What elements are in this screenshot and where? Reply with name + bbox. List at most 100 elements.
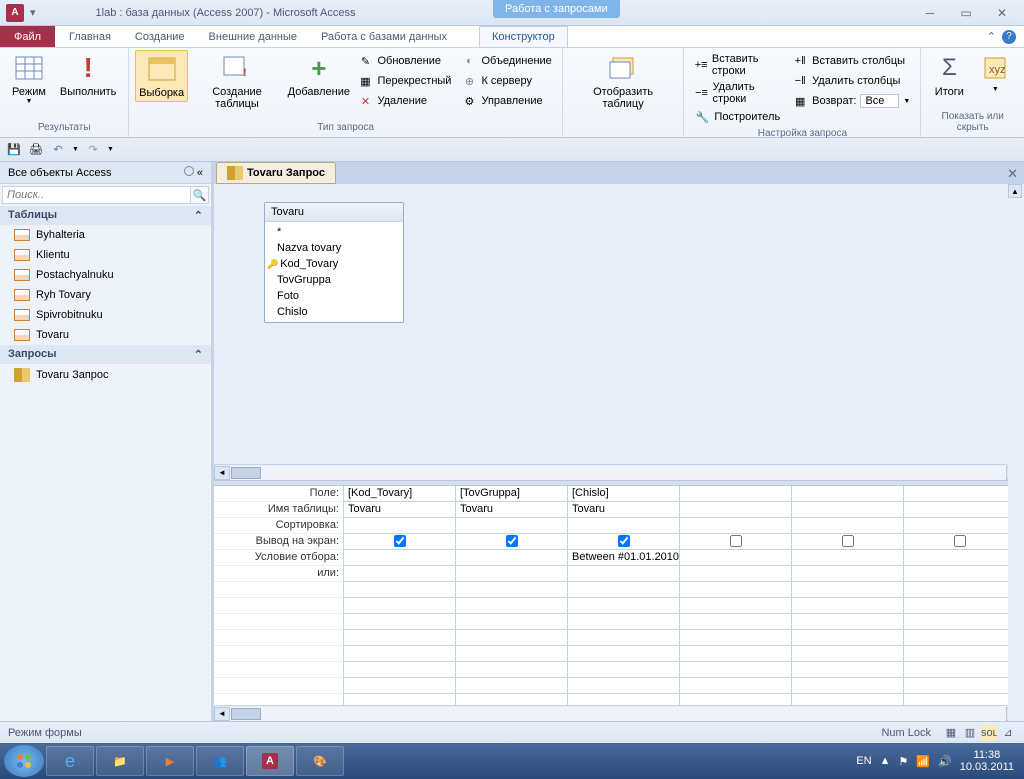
nav-table-item[interactable]: Byhalteria: [0, 225, 211, 245]
taskbar-access[interactable]: A: [246, 746, 294, 776]
update-button[interactable]: ✎Обновление: [353, 52, 455, 70]
ribbon-minimize-icon[interactable]: ⌃: [987, 30, 996, 43]
delete-cols-button[interactable]: −‖Удалить столбцы: [788, 72, 914, 90]
tray-up-icon[interactable]: ▲: [880, 755, 891, 767]
params-button[interactable]: xyz▼: [973, 50, 1017, 95]
vscroll[interactable]: ▲: [1008, 184, 1024, 721]
taskbar-paint[interactable]: 🎨: [296, 746, 344, 776]
view-other-icon[interactable]: ⊿: [1000, 725, 1016, 741]
save-icon[interactable]: 💾: [6, 142, 22, 158]
insert-cols-button[interactable]: +‖Вставить столбцы: [788, 52, 914, 70]
tab-external[interactable]: Внешние данные: [197, 26, 309, 47]
nav-header[interactable]: Все объекты Access «: [0, 162, 211, 184]
taskbar-explorer[interactable]: 📁: [96, 746, 144, 776]
upper-hscroll[interactable]: ◄►: [214, 464, 1022, 480]
nav-table-item[interactable]: Tovaru: [0, 325, 211, 345]
redo-icon[interactable]: ↷: [85, 142, 101, 158]
tray-lang[interactable]: EN: [856, 755, 871, 767]
field-item[interactable]: Chislo: [265, 304, 403, 320]
view-datasheet-icon[interactable]: ▦: [943, 725, 959, 741]
tab-dbtools[interactable]: Работа с базами данных: [309, 26, 459, 47]
minimize-button[interactable]: ─: [918, 5, 942, 21]
nav-collapse-icon[interactable]: «: [197, 167, 203, 179]
grid-column[interactable]: [680, 486, 792, 705]
window-title: 1lab : база данных (Access 2007) - Micro…: [36, 7, 918, 19]
view-sql-icon[interactable]: ▥: [962, 725, 978, 741]
nav-table-item[interactable]: Spivrobitnuku: [0, 305, 211, 325]
status-numlock: Num Lock: [881, 727, 931, 739]
nav-group-tables[interactable]: Таблицы⌃: [0, 206, 211, 225]
run-button[interactable]: !Выполнить: [54, 50, 122, 100]
undo-icon[interactable]: ↶: [50, 142, 66, 158]
table-icon: [14, 329, 30, 341]
maketable-button[interactable]: !Создание таблицы: [190, 50, 284, 112]
table-box-tovaru[interactable]: Tovaru *Nazva tovaryKod_TovaryTovGruppaF…: [264, 202, 404, 323]
grid-column[interactable]: [Chislo]TovaruBetween #01.01.2010: [568, 486, 680, 705]
statusbar: Режим формы Num Lock ▦ ▥ sᴏʟ ⊿: [0, 721, 1024, 743]
field-item[interactable]: Nazva tovary: [265, 240, 403, 256]
taskbar-ie[interactable]: e: [46, 746, 94, 776]
show-checkbox[interactable]: [730, 535, 742, 547]
crosstab-button[interactable]: ▦Перекрестный: [353, 72, 455, 90]
field-item[interactable]: Kod_Tovary: [265, 256, 403, 272]
passthru-button[interactable]: ⊕К серверу: [457, 72, 555, 90]
insert-rows-button[interactable]: +≡Вставить строки: [690, 52, 786, 78]
nav-query-item[interactable]: Tovaru Запрос: [0, 364, 211, 386]
print-icon[interactable]: 🖨: [28, 142, 44, 158]
builder-button[interactable]: 🔧Построитель: [690, 108, 786, 126]
tray-network-icon[interactable]: 📶: [916, 755, 930, 768]
table-pane[interactable]: Tovaru *Nazva tovaryKod_TovaryTovGruppaF…: [214, 184, 1022, 464]
nav-table-item[interactable]: Klientu: [0, 245, 211, 265]
nav-table-item[interactable]: Postachyalnuku: [0, 265, 211, 285]
return-icon: ▦: [792, 93, 808, 109]
show-checkbox[interactable]: [618, 535, 630, 547]
doc-close-button[interactable]: ✕: [1007, 166, 1018, 182]
taskbar-msn[interactable]: 👥: [196, 746, 244, 776]
show-checkbox[interactable]: [394, 535, 406, 547]
append-button[interactable]: +Добавление: [286, 50, 351, 100]
tab-home[interactable]: Главная: [57, 26, 123, 47]
datadef-button[interactable]: ⚙Управление: [457, 92, 555, 110]
grid-hscroll[interactable]: ◄►: [214, 705, 1022, 721]
tray-volume-icon[interactable]: 🔊: [938, 755, 952, 768]
tray-clock[interactable]: 11:3810.03.2011: [960, 749, 1014, 773]
return-button[interactable]: ▦Возврат: Все▼: [788, 92, 914, 110]
taskbar-wmp[interactable]: ▶: [146, 746, 194, 776]
tab-create[interactable]: Создание: [123, 26, 197, 47]
view-button[interactable]: Режим▼: [6, 50, 52, 107]
params-icon: xyz: [979, 52, 1011, 84]
close-button[interactable]: ✕: [990, 5, 1014, 21]
show-checkbox[interactable]: [954, 535, 966, 547]
field-item[interactable]: Foto: [265, 288, 403, 304]
show-checkbox[interactable]: [842, 535, 854, 547]
field-item[interactable]: TovGruppa: [265, 272, 403, 288]
table-icon: [14, 249, 30, 261]
maximize-button[interactable]: ▭: [954, 5, 978, 21]
grid-column[interactable]: [904, 486, 1016, 705]
showtable-button[interactable]: Отобразить таблицу: [569, 50, 678, 112]
grid-column[interactable]: [TovGruppa]Tovaru: [456, 486, 568, 705]
totals-button[interactable]: ΣИтоги: [927, 50, 971, 100]
file-tab[interactable]: Файл: [0, 26, 55, 47]
union-button[interactable]: ◐Объединение: [457, 52, 555, 70]
delete-button[interactable]: ✕Удаление: [353, 92, 455, 110]
nav-group-queries[interactable]: Запросы⌃: [0, 345, 211, 364]
view-design-icon[interactable]: sᴏʟ: [981, 725, 997, 741]
doc-tab-active[interactable]: Tovaru Запрос: [216, 162, 336, 184]
start-button[interactable]: [4, 745, 44, 777]
show-checkbox[interactable]: [506, 535, 518, 547]
grid-column[interactable]: [792, 486, 904, 705]
search-icon[interactable]: 🔍: [191, 186, 209, 204]
delete-rows-button[interactable]: −≡Удалить строки: [690, 80, 786, 106]
field-item[interactable]: *: [265, 224, 403, 240]
tab-design[interactable]: Конструктор: [479, 26, 568, 47]
nav-filter-icon[interactable]: [184, 166, 194, 176]
nav-table-item[interactable]: Ryh Tovary: [0, 285, 211, 305]
table-icon: [14, 229, 30, 241]
help-icon[interactable]: ?: [1002, 30, 1016, 44]
select-query-button[interactable]: Выборка: [135, 50, 187, 102]
insert-col-icon: +‖: [792, 53, 808, 69]
tray-flag-icon[interactable]: ⚑: [898, 755, 908, 768]
grid-column[interactable]: [Kod_Tovary]Tovaru: [344, 486, 456, 705]
search-input[interactable]: [2, 186, 191, 204]
